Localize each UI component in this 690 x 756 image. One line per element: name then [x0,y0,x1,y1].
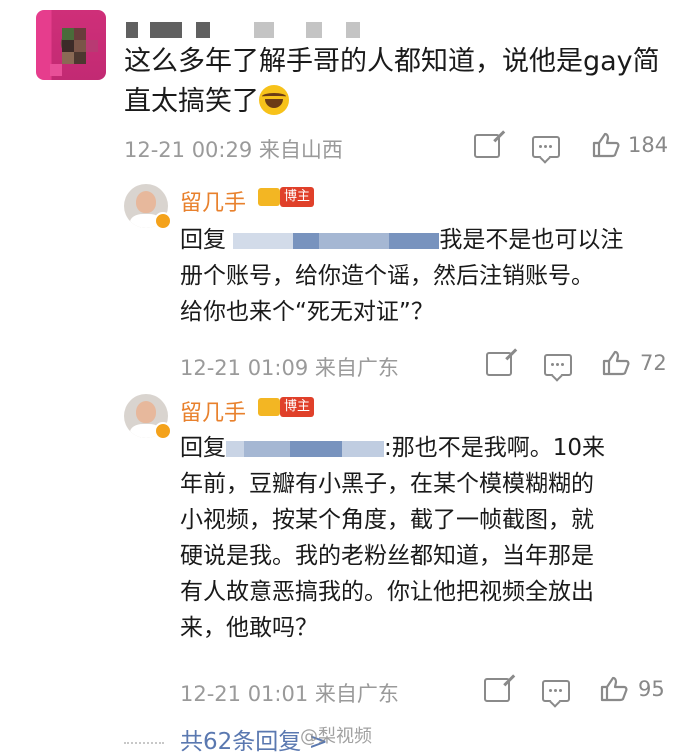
username-redacted[interactable] [196,22,210,38]
username-redacted [306,22,322,38]
like-button[interactable]: 184 [592,132,668,158]
reply-line: 回复:那也不是我啊。10来 [180,435,606,461]
thumbs-up-icon [592,132,620,158]
like-button[interactable]: 95 [600,676,665,702]
username-redacted [254,22,274,38]
main-comment-text: 这么多年了解手哥的人都知道，说他是gay简 直太搞笑了 [124,42,664,122]
username-redacted[interactable] [126,22,138,38]
reply-line: 年前，豆瓣有小黑子，在某个模模糊糊的 [180,471,594,497]
blogger-badge: 博主 [280,187,315,207]
crown-icon [258,188,280,206]
reply-line: 回复 我是不是也可以注 [180,227,624,253]
share-button[interactable] [474,134,500,158]
reply-meta: 12-21 01:09 来自广东 [180,356,399,380]
redacted-username[interactable] [233,232,294,249]
divider [124,742,164,744]
crown-icon [258,398,280,416]
avatar-mosaic [50,64,62,76]
share-icon [484,678,510,702]
avatar-mosaic [74,52,86,64]
reply-line: 硬说是我。我的老粉丝都知道，当年那是 [180,543,594,569]
like-count: 95 [638,677,665,701]
comment-icon [542,680,570,702]
redacted-username[interactable] [293,232,320,249]
like-button[interactable]: 72 [602,350,667,376]
main-comment-meta: 12-21 00:29 来自山西 [124,134,343,164]
blogger-badge: 博主 [280,397,315,417]
reply-meta: 12-21 01:01 来自广东 [180,682,399,706]
avatar-mosaic [86,40,98,52]
reply-line: 有人故意恶搞我的。你让他把视频全放出 [180,579,594,605]
username-redacted[interactable] [150,22,182,38]
reply-text: 回复:那也不是我啊。10来 年前，豆瓣有小黑子，在某个模模糊糊的 小视频，按某个… [180,430,670,646]
share-button[interactable] [486,352,512,376]
like-count: 184 [628,133,669,157]
reply-line: 小视频，按某个角度，截了一帧截图，就 [180,507,594,533]
reply-author-name[interactable]: 留几手 [180,395,246,427]
avatar-mosaic [74,28,86,40]
reply-text: 回复 我是不是也可以注 册个账号，给你造个谣，然后注销账号。 给你也来个“死无对… [180,222,670,330]
avatar-mosaic [62,28,74,40]
main-comment-line: 这么多年了解手哥的人都知道，说他是gay简 [124,46,660,77]
verified-badge-icon [154,422,172,440]
redacted-username[interactable] [319,232,390,249]
comment-icon [544,354,572,376]
avatar-mosaic [62,52,74,64]
reply-line: 册个账号，给你造个谣，然后注销账号。 [180,263,594,289]
commenter-avatar[interactable] [36,10,106,80]
verified-badge-icon [154,212,172,230]
comment-icon [532,136,560,158]
redacted-username[interactable] [226,440,244,457]
redacted-username[interactable] [389,232,440,249]
avatar-mosaic [74,40,86,52]
share-icon [474,134,500,158]
comment-button[interactable] [544,354,572,376]
comment-button[interactable] [542,680,570,702]
redacted-username[interactable] [244,440,290,457]
share-icon [486,352,512,376]
share-button[interactable] [484,678,510,702]
comment-time: 12-21 00:29 [124,138,253,162]
redacted-username[interactable] [290,440,342,457]
main-comment-line: 直太搞笑了 [124,82,664,122]
laughing-emoji-icon [259,85,289,115]
avatar-mosaic [62,40,74,52]
redacted-username[interactable] [342,440,384,457]
comment-source: 来自山西 [258,138,343,162]
comment-button[interactable] [532,136,560,158]
like-count: 72 [640,351,667,375]
reply-line: 来，他敢吗？ [180,615,318,641]
reply-author-name[interactable]: 留几手 [180,185,246,217]
username-redacted [346,22,360,38]
reply-line: 给你也来个“死无对证”？ [180,299,434,325]
thumbs-up-icon [600,676,628,702]
watermark: @梨视频 [300,726,372,747]
thumbs-up-icon [602,350,630,376]
